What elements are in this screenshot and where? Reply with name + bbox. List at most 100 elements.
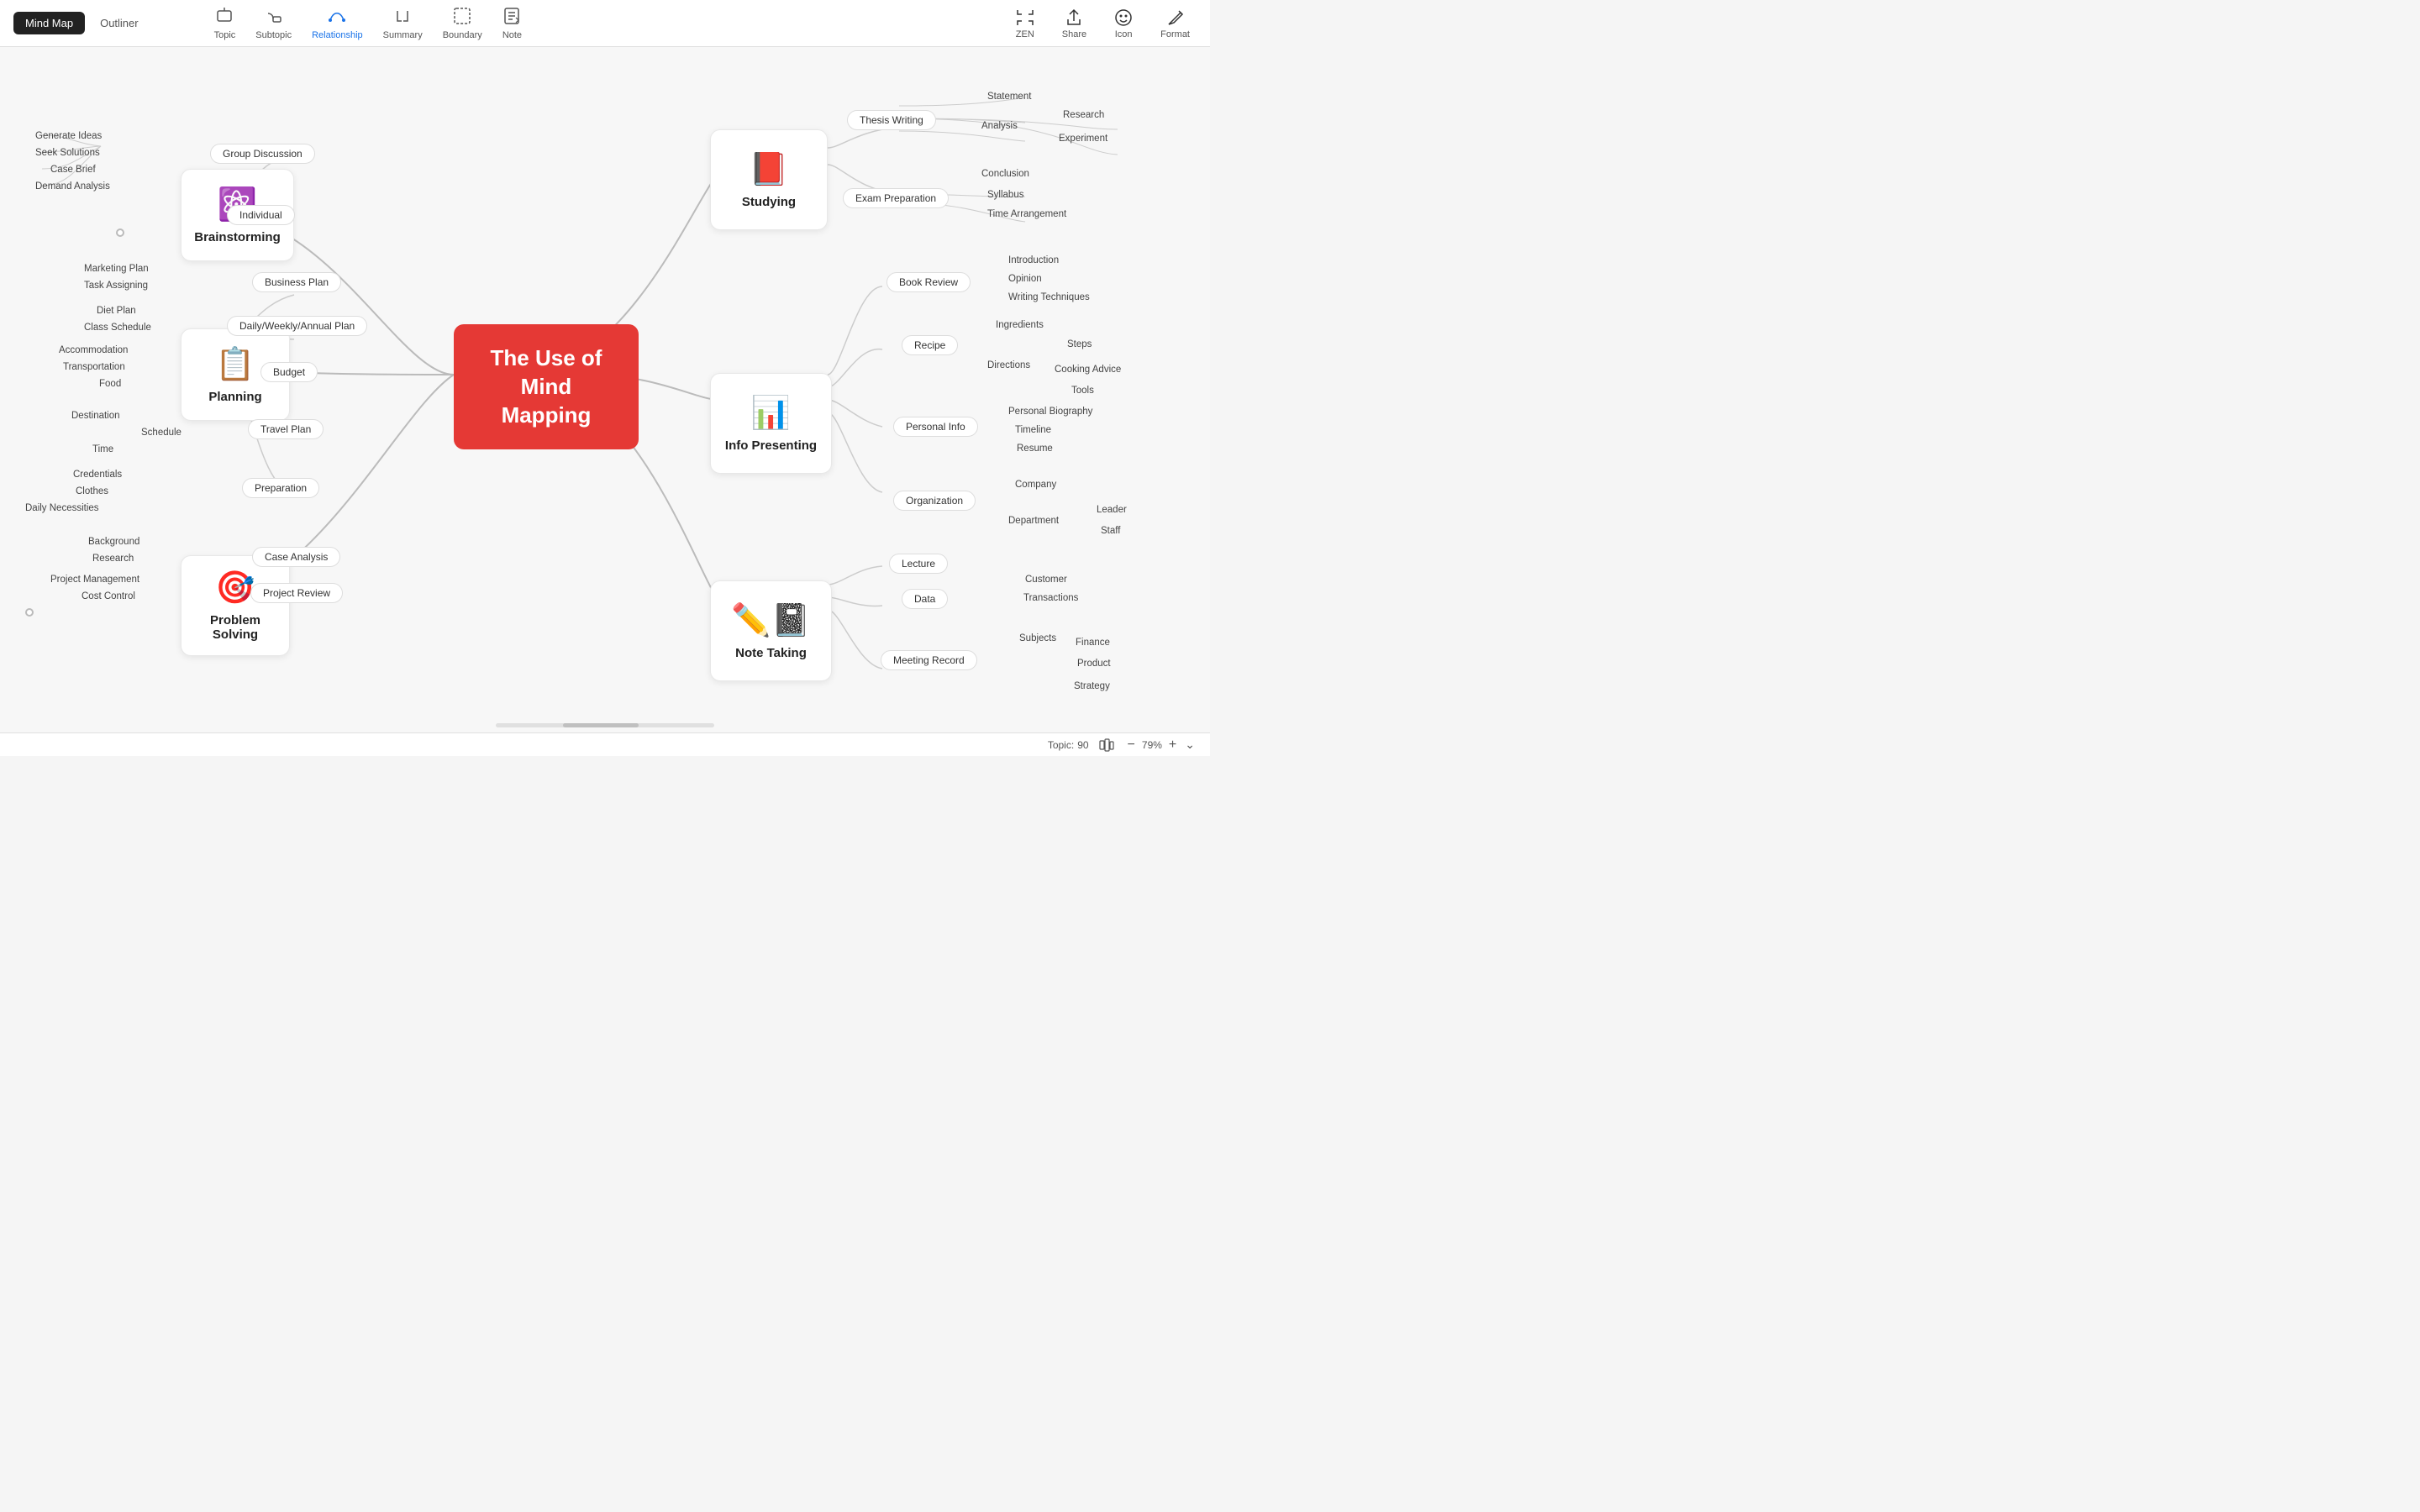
zoom-expand-button[interactable]: ⌄ xyxy=(1183,738,1197,752)
leaf-department[interactable]: Department xyxy=(1008,516,1059,526)
leaf-cost-control[interactable]: Cost Control xyxy=(82,591,135,601)
branch-organization[interactable]: Organization xyxy=(893,491,976,511)
topic-count-item: Topic: 90 xyxy=(1048,739,1089,751)
leaf-schedule[interactable]: Schedule xyxy=(141,428,182,438)
leaf-finance[interactable]: Finance xyxy=(1076,638,1110,648)
tool-summary-label: Summary xyxy=(383,30,423,40)
leaf-transportation[interactable]: Transportation xyxy=(63,362,125,372)
leaf-syllabus[interactable]: Syllabus xyxy=(987,190,1023,200)
branch-travel-plan[interactable]: Travel Plan xyxy=(248,419,324,439)
leaf-seek-solutions[interactable]: Seek Solutions xyxy=(35,148,100,158)
tool-icon[interactable]: Icon xyxy=(1113,8,1134,39)
planning-label: Planning xyxy=(208,390,261,404)
map-icon-item[interactable] xyxy=(1099,738,1114,753)
leaf-research-st[interactable]: Research xyxy=(1063,110,1104,120)
topic-studying[interactable]: 📕 Studying xyxy=(710,129,828,230)
leaf-daily-necessities[interactable]: Daily Necessities xyxy=(25,503,99,513)
horizontal-scrollbar[interactable] xyxy=(496,723,714,727)
tool-relationship[interactable]: Relationship xyxy=(312,7,363,40)
leaf-task-assigning[interactable]: Task Assigning xyxy=(84,281,148,291)
studying-label: Studying xyxy=(742,195,796,209)
branch-exam-prep[interactable]: Exam Preparation xyxy=(843,188,949,208)
canvas[interactable]: The Use of Mind Mapping ⚛️ Brainstorming… xyxy=(0,47,1210,732)
leaf-marketing-plan[interactable]: Marketing Plan xyxy=(84,264,149,274)
leaf-diet-plan[interactable]: Diet Plan xyxy=(97,306,136,316)
zoom-out-button[interactable]: − xyxy=(1124,738,1139,753)
leaf-analysis[interactable]: Analysis xyxy=(981,121,1018,131)
leaf-tools[interactable]: Tools xyxy=(1071,386,1094,396)
leaf-class-schedule[interactable]: Class Schedule xyxy=(84,323,151,333)
leaf-introduction[interactable]: Introduction xyxy=(1008,255,1059,265)
leaf-company[interactable]: Company xyxy=(1015,480,1056,490)
tool-topic[interactable]: Topic xyxy=(214,7,236,40)
leaf-personal-biography[interactable]: Personal Biography xyxy=(1008,407,1092,417)
collapse-indicator-left[interactable] xyxy=(116,228,124,237)
leaf-experiment[interactable]: Experiment xyxy=(1059,134,1107,144)
leaf-demand-analysis[interactable]: Demand Analysis xyxy=(35,181,110,192)
collapse-indicator-bottom[interactable] xyxy=(25,608,34,617)
leaf-resume[interactable]: Resume xyxy=(1017,444,1053,454)
leaf-project-management[interactable]: Project Management xyxy=(50,575,139,585)
branch-project-review[interactable]: Project Review xyxy=(250,583,343,603)
leaf-generate-ideas[interactable]: Generate Ideas xyxy=(35,131,102,141)
leaf-research-ps[interactable]: Research xyxy=(92,554,134,564)
tool-summary[interactable]: Summary xyxy=(383,7,423,40)
leaf-case-brief[interactable]: Case Brief xyxy=(50,165,96,175)
branch-budget[interactable]: Budget xyxy=(260,362,318,382)
branch-individual[interactable]: Individual xyxy=(227,205,295,225)
branch-recipe[interactable]: Recipe xyxy=(902,335,958,355)
branch-book-review[interactable]: Book Review xyxy=(886,272,971,292)
leaf-steps[interactable]: Steps xyxy=(1067,339,1092,349)
branch-preparation[interactable]: Preparation xyxy=(242,478,319,498)
branch-group-discussion[interactable]: Group Discussion xyxy=(210,144,315,164)
branch-personal-info[interactable]: Personal Info xyxy=(893,417,978,437)
topic-problem-solving[interactable]: 🎯 Problem Solving xyxy=(181,555,290,656)
leaf-time-arrangement[interactable]: Time Arrangement xyxy=(987,209,1066,219)
branch-thesis-writing[interactable]: Thesis Writing xyxy=(847,110,936,130)
leaf-statement[interactable]: Statement xyxy=(987,92,1031,102)
leaf-ingredients[interactable]: Ingredients xyxy=(996,320,1044,330)
leaf-cooking-advice[interactable]: Cooking Advice xyxy=(1055,365,1121,375)
branch-data[interactable]: Data xyxy=(902,589,948,609)
studying-icon: 📕 xyxy=(749,151,788,188)
leaf-credentials[interactable]: Credentials xyxy=(73,470,122,480)
leaf-subjects[interactable]: Subjects xyxy=(1019,633,1056,643)
topic-note-taking[interactable]: ✏️📓 Note Taking xyxy=(710,580,832,681)
leaf-directions[interactable]: Directions xyxy=(987,360,1030,370)
branch-case-analysis[interactable]: Case Analysis xyxy=(252,547,340,567)
leaf-conclusion[interactable]: Conclusion xyxy=(981,169,1029,179)
leaf-food[interactable]: Food xyxy=(99,379,121,389)
tool-zen[interactable]: ZEN xyxy=(1015,8,1035,39)
tool-format[interactable]: Format xyxy=(1160,8,1190,39)
tab-outliner[interactable]: Outliner xyxy=(88,12,150,34)
info-presenting-icon: 📊 xyxy=(751,395,791,432)
tool-share[interactable]: Share xyxy=(1062,8,1086,39)
leaf-transactions[interactable]: Transactions xyxy=(1023,593,1078,603)
leaf-destination[interactable]: Destination xyxy=(71,411,120,421)
tool-subtopic[interactable]: Subtopic xyxy=(255,7,292,40)
leaf-writing-techniques[interactable]: Writing Techniques xyxy=(1008,292,1090,302)
branch-daily-plan[interactable]: Daily/Weekly/Annual Plan xyxy=(227,316,367,336)
leaf-background[interactable]: Background xyxy=(88,537,139,547)
branch-business-plan[interactable]: Business Plan xyxy=(252,272,341,292)
tool-note[interactable]: Note xyxy=(502,7,522,40)
zoom-in-button[interactable]: + xyxy=(1165,738,1180,753)
leaf-customer[interactable]: Customer xyxy=(1025,575,1067,585)
leaf-clothes[interactable]: Clothes xyxy=(76,486,108,496)
leaf-timeline[interactable]: Timeline xyxy=(1015,425,1051,435)
leaf-strategy[interactable]: Strategy xyxy=(1074,681,1110,691)
center-node[interactable]: The Use of Mind Mapping xyxy=(454,324,639,449)
leaf-product[interactable]: Product xyxy=(1077,659,1111,669)
branch-lecture[interactable]: Lecture xyxy=(889,554,948,574)
leaf-leader[interactable]: Leader xyxy=(1097,505,1127,515)
leaf-accommodation[interactable]: Accommodation xyxy=(59,345,128,355)
topic-info-presenting[interactable]: 📊 Info Presenting xyxy=(710,373,832,474)
relationship-icon xyxy=(328,7,346,29)
tab-mindmap[interactable]: Mind Map xyxy=(13,12,85,34)
leaf-opinion[interactable]: Opinion xyxy=(1008,274,1042,284)
tool-boundary[interactable]: Boundary xyxy=(443,7,482,40)
leaf-staff[interactable]: Staff xyxy=(1101,526,1120,536)
branch-meeting-record[interactable]: Meeting Record xyxy=(881,650,977,670)
scrollbar-thumb[interactable] xyxy=(563,723,639,727)
leaf-time[interactable]: Time xyxy=(92,444,113,454)
